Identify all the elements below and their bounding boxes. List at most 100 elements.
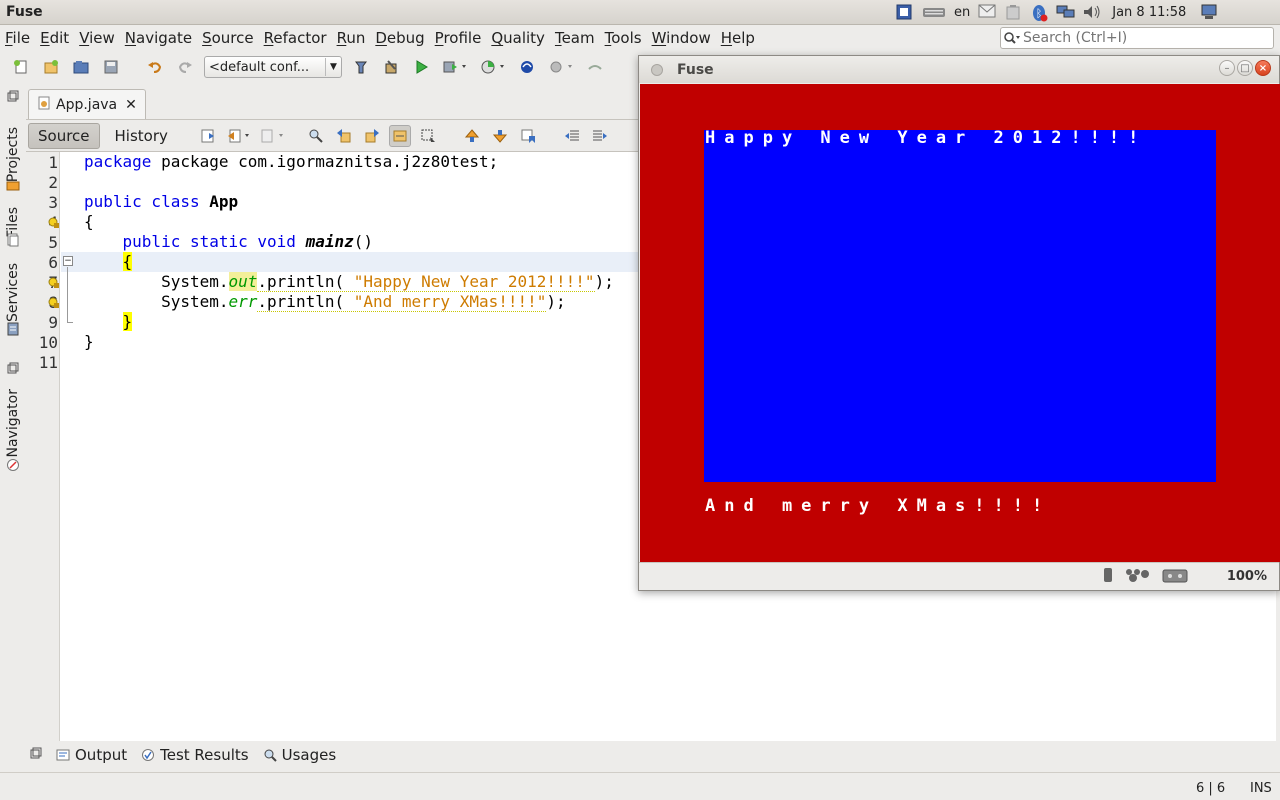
maximize-icon[interactable]: □	[1237, 60, 1253, 76]
restore-windows-icon[interactable]	[0, 87, 26, 105]
restore-output-icon[interactable]	[30, 747, 42, 763]
bottom-panel-tabs: Output Test Results Usages	[26, 742, 626, 768]
rectangular-selection-icon[interactable]	[417, 125, 439, 147]
code-line-3: public class App	[84, 192, 239, 211]
app-name: Fuse	[6, 4, 43, 20]
caret-position: 6 | 6	[1196, 781, 1226, 796]
java-file-icon	[37, 96, 51, 114]
projects-tab-label: Projects	[5, 127, 21, 183]
tab-source[interactable]: Source	[28, 122, 100, 149]
sonar-icon[interactable]	[546, 56, 576, 78]
debug-icon[interactable]	[440, 56, 470, 78]
run-icon[interactable]	[410, 56, 432, 78]
system-tray: en ᛒ Jan 8 11:58	[896, 4, 1218, 22]
fold-collapse-icon[interactable]: −	[63, 256, 73, 266]
menu-tools[interactable]: Tools	[600, 29, 647, 47]
tab-test-results[interactable]: Test Results	[141, 746, 249, 764]
keyboard-icon[interactable]	[922, 4, 946, 20]
close-window-icon[interactable]: ×	[1255, 60, 1271, 76]
menu-run[interactable]: Run	[332, 29, 371, 47]
apply-changes-icon[interactable]	[516, 56, 538, 78]
screen-text-line-2: And merry XMas!!!!	[705, 496, 1052, 516]
toggle-bookmark-icon[interactable]	[517, 125, 539, 147]
window-menu-icon[interactable]	[651, 63, 663, 76]
find-next-icon[interactable]	[361, 125, 383, 147]
new-file-icon[interactable]	[10, 56, 32, 78]
clean-build-icon[interactable]	[380, 56, 402, 78]
fold-guide	[67, 267, 68, 323]
window-controls: – □ ×	[1219, 60, 1271, 76]
navigator-tab[interactable]: Navigator	[0, 381, 26, 465]
redo-icon[interactable]	[174, 56, 196, 78]
open-project-icon[interactable]	[70, 56, 92, 78]
shift-right-icon[interactable]	[589, 125, 611, 147]
find-icon[interactable]	[305, 125, 327, 147]
tab-history[interactable]: History	[106, 123, 177, 149]
warning-hint-icon[interactable]	[48, 277, 60, 289]
search-icon[interactable]	[1001, 28, 1023, 48]
menu-navigate[interactable]: Navigate	[120, 29, 197, 47]
build-icon[interactable]	[350, 56, 372, 78]
screen-text-line-1: Happy New Year 2012!!!!	[705, 128, 1148, 148]
save-all-icon[interactable]	[100, 56, 122, 78]
profile-icon[interactable]	[478, 56, 508, 78]
menu-team[interactable]: Team	[550, 29, 600, 47]
tab-app-java[interactable]: App.java ✕	[28, 89, 146, 119]
last-edit-icon[interactable]	[197, 125, 219, 147]
code-line-4: {	[84, 212, 94, 231]
restore-navigator-icon[interactable]	[0, 361, 26, 375]
microdrive-icon	[1101, 566, 1115, 588]
menu-window[interactable]: Window	[647, 29, 716, 47]
code-line-5: public static void mainz()	[122, 232, 373, 251]
services-icon	[0, 321, 26, 337]
minimize-icon[interactable]: –	[1219, 60, 1235, 76]
menu-view[interactable]: View	[74, 29, 120, 47]
menu-quality[interactable]: Quality	[486, 29, 550, 47]
menu-debug[interactable]: Debug	[370, 29, 429, 47]
tab-usages[interactable]: Usages	[263, 746, 336, 764]
menu-bar: File Edit View Navigate Source Refactor …	[0, 25, 1280, 51]
menu-help[interactable]: Help	[716, 29, 760, 47]
tab-output[interactable]: Output	[56, 746, 127, 764]
status-bar: 6 | 6 INS	[0, 772, 1280, 800]
menu-profile[interactable]: Profile	[430, 29, 487, 47]
new-project-icon[interactable]	[40, 56, 62, 78]
shift-left-icon[interactable]	[561, 125, 583, 147]
configuration-select[interactable]: <default conf... ▼	[204, 56, 342, 78]
menu-source[interactable]: Source	[197, 29, 259, 47]
language-indicator[interactable]: en	[954, 5, 970, 20]
session-icon[interactable]	[1200, 4, 1218, 20]
navigator-icon	[0, 457, 26, 473]
menu-edit[interactable]: Edit	[35, 29, 74, 47]
warning-hint-icon[interactable]	[48, 217, 60, 229]
fuse-title-bar[interactable]: Fuse – □ ×	[639, 56, 1279, 83]
find-previous-icon[interactable]	[333, 125, 355, 147]
fuse-window: Fuse – □ × Happy New Year 2012!!!! And m…	[638, 55, 1280, 591]
top-panel: Fuse en ᛒ Jan 8 11:58	[0, 0, 1280, 25]
network-icon[interactable]	[1056, 4, 1075, 20]
menu-file[interactable]: File	[0, 29, 35, 47]
volume-icon[interactable]	[1082, 4, 1100, 20]
mail-icon[interactable]	[978, 4, 996, 20]
search-box[interactable]	[1000, 27, 1274, 49]
services-tab-label: Services	[5, 263, 21, 323]
spectrum-screen[interactable]: Happy New Year 2012!!!! And merry XMas!!…	[640, 84, 1280, 562]
toggle-highlight-icon[interactable]	[388, 124, 411, 147]
workspace-icon[interactable]	[896, 4, 914, 20]
search-input[interactable]	[1023, 30, 1263, 46]
line-number: 10	[38, 333, 58, 352]
undo-icon[interactable]	[144, 56, 166, 78]
bluetooth-icon[interactable]: ᛒ	[1030, 4, 1048, 22]
clock[interactable]: Jan 8 11:58	[1112, 5, 1186, 20]
back-icon[interactable]	[225, 125, 253, 147]
battery-icon[interactable]	[1004, 4, 1022, 20]
menu-refactor[interactable]: Refactor	[259, 29, 332, 47]
previous-bookmark-icon[interactable]	[461, 125, 483, 147]
next-bookmark-icon[interactable]	[489, 125, 511, 147]
warning-hint-icon[interactable]	[48, 297, 60, 309]
files-icon	[0, 232, 26, 248]
line-number: 2	[48, 173, 58, 192]
tasks-icon[interactable]	[584, 56, 606, 78]
forward-icon[interactable]	[259, 125, 287, 147]
close-icon[interactable]: ✕	[125, 97, 137, 113]
